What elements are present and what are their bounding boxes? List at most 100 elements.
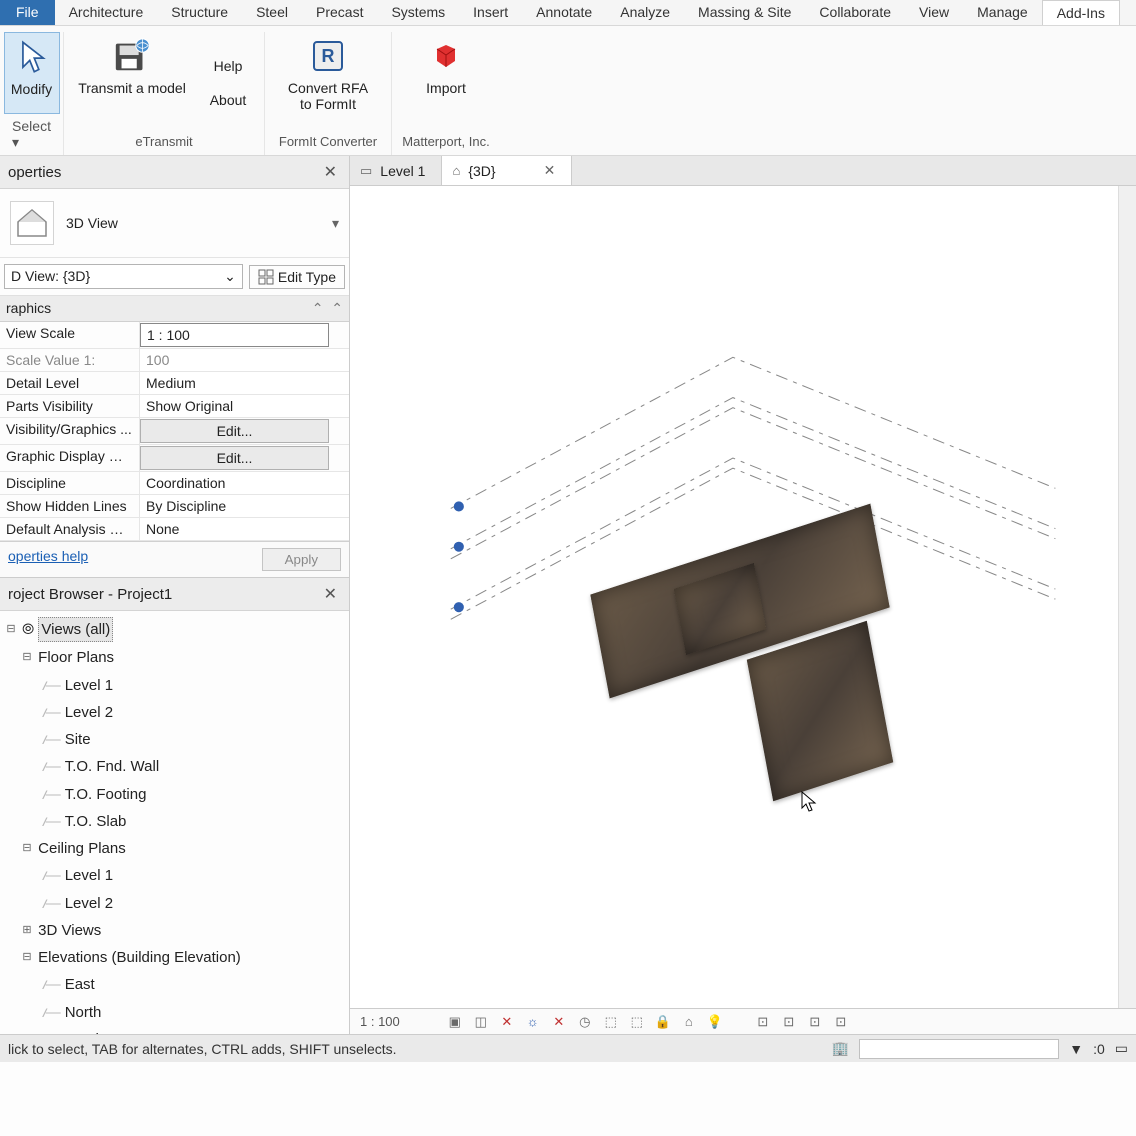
crop-region-icon[interactable]: ⬚ <box>628 1013 646 1031</box>
tree-leaf[interactable]: ⳇ—T.O. Fnd. Wall <box>4 753 349 780</box>
browser-close-button[interactable]: ✕ <box>320 584 341 604</box>
tree-leaf[interactable]: ⳇ—Site <box>4 726 349 753</box>
type-dropdown-icon[interactable]: ▾ <box>332 215 339 232</box>
menu-bar: File Architecture Structure Steel Precas… <box>0 0 1136 26</box>
tab-level1[interactable]: ▭ Level 1 <box>350 156 442 185</box>
menu-manage[interactable]: Manage <box>963 0 1042 25</box>
canvas-3d[interactable] <box>350 186 1136 1008</box>
property-row[interactable]: DisciplineCoordination <box>0 472 349 495</box>
menu-analyze[interactable]: Analyze <box>606 0 684 25</box>
status-search-box[interactable] <box>859 1039 1059 1059</box>
menu-insert[interactable]: Insert <box>459 0 522 25</box>
instance-combo[interactable]: D View: {3D}⌄ <box>4 264 243 289</box>
tree-branch-icon: ⳇ— <box>42 810 59 833</box>
modify-button[interactable]: Modify <box>4 32 60 114</box>
edit-type-button[interactable]: Edit Type <box>249 265 345 289</box>
properties-close-button[interactable]: ✕ <box>320 162 341 182</box>
browser-header: roject Browser - Project1 ✕ <box>0 578 349 611</box>
tree-floor-plans[interactable]: ⊟ Floor Plans <box>4 644 349 671</box>
property-row[interactable]: Show Hidden LinesBy Discipline <box>0 495 349 518</box>
tab-close-icon[interactable]: ✕ <box>544 162 556 179</box>
select-links-icon[interactable]: ▭ <box>1115 1040 1128 1057</box>
property-value[interactable]: 100 <box>140 349 349 371</box>
vertical-scrollbar[interactable] <box>1118 186 1136 1008</box>
property-key: Discipline <box>0 472 140 494</box>
properties-help-link[interactable]: operties help <box>8 548 88 571</box>
property-value[interactable]: By Discipline <box>140 495 349 517</box>
building-model[interactable] <box>560 526 980 826</box>
temporary-hide-icon[interactable]: 💡 <box>706 1013 724 1031</box>
property-key: Graphic Display Op... <box>0 445 140 471</box>
visual-style-icon[interactable]: ▣ <box>446 1013 464 1031</box>
menu-massing-site[interactable]: Massing & Site <box>684 0 805 25</box>
tree-elevations[interactable]: ⊟ Elevations (Building Elevation) <box>4 944 349 971</box>
sun-icon[interactable]: ☼ <box>524 1013 542 1031</box>
property-row[interactable]: View Scale1 : 100 <box>0 322 349 349</box>
tree-leaf[interactable]: ⳇ—T.O. Slab <box>4 808 349 835</box>
filter-icon[interactable]: ▼ <box>1069 1041 1083 1057</box>
property-value[interactable]: Medium <box>140 372 349 394</box>
rendering-icon[interactable]: ◷ <box>576 1013 594 1031</box>
tree-branch-icon: ⳇ— <box>42 1028 59 1034</box>
convert-rfa-button[interactable]: R Convert RFA to FormIt <box>273 32 383 130</box>
menu-annotate[interactable]: Annotate <box>522 0 606 25</box>
unlock-icon[interactable]: ⌂ <box>680 1013 698 1031</box>
tree-3d-views[interactable]: ⊞ 3D Views <box>4 917 349 944</box>
transmit-model-button[interactable]: Transmit a model <box>72 32 192 130</box>
menu-architecture[interactable]: Architecture <box>55 0 158 25</box>
tree-leaf[interactable]: ⳇ—East <box>4 971 349 998</box>
ribbon-group-etransmit: Transmit a model Help About eTransmit <box>64 32 265 155</box>
property-value[interactable]: Coordination <box>140 472 349 494</box>
tree-ceiling-plans[interactable]: ⊟ Ceiling Plans <box>4 835 349 862</box>
menu-precast[interactable]: Precast <box>302 0 377 25</box>
tree-branch-icon: ⳇ— <box>42 701 59 724</box>
reveal-constraints-icon[interactable]: ⊡ <box>806 1013 824 1031</box>
worksets-icon[interactable]: 🏢 <box>832 1040 849 1057</box>
property-row[interactable]: Visibility/Graphics ...Edit... <box>0 418 349 445</box>
menu-collaborate[interactable]: Collaborate <box>805 0 905 25</box>
tree-leaf[interactable]: ⳇ—Level 1 <box>4 672 349 699</box>
section-box-icon[interactable]: ⊡ <box>832 1013 850 1031</box>
select-dropdown[interactable]: Select ▾ <box>4 114 59 155</box>
tree-leaf[interactable]: ⳇ—South <box>4 1026 349 1034</box>
property-edit-button[interactable]: Edit... <box>140 446 329 470</box>
properties-title: operties <box>8 164 61 181</box>
menu-add-ins[interactable]: Add-Ins <box>1042 0 1120 25</box>
sun-path-off-icon[interactable]: ✕ <box>498 1013 516 1031</box>
property-value[interactable]: None <box>140 518 349 540</box>
property-edit-button[interactable]: Edit... <box>140 419 329 443</box>
view-control-bar: 1 : 100 ▣ ◫ ✕ ☼ ✕ ◷ ⬚ ⬚ 🔒 ⌂ 💡 ⊡ ⊡ ⊡ ⊡ <box>350 1008 1136 1034</box>
help-button[interactable]: Help About <box>200 32 256 130</box>
tree-leaf[interactable]: ⳇ—North <box>4 999 349 1026</box>
highlight-icon[interactable]: ⊡ <box>780 1013 798 1031</box>
tree-leaf[interactable]: ⳇ—Level 2 <box>4 699 349 726</box>
import-button[interactable]: Import <box>400 32 492 130</box>
menu-structure[interactable]: Structure <box>157 0 242 25</box>
property-row[interactable]: Scale Value 1:100 <box>0 349 349 372</box>
about-label[interactable]: About <box>210 92 247 108</box>
model-graphics-icon[interactable]: ◫ <box>472 1013 490 1031</box>
property-value[interactable]: 1 : 100 <box>140 323 329 347</box>
tab-3d[interactable]: ⌂ {3D} ✕ <box>442 156 572 185</box>
graphics-section-header[interactable]: raphics ⌃ ⌃ <box>0 296 349 322</box>
tree-views-all[interactable]: ⊟ ⦾ Views (all) <box>4 615 349 644</box>
menu-file[interactable]: File <box>0 0 55 25</box>
tree-leaf[interactable]: ⳇ—T.O. Footing <box>4 781 349 808</box>
view-scale-button[interactable]: 1 : 100 <box>360 1014 400 1029</box>
property-row[interactable]: Default Analysis Di...None <box>0 518 349 541</box>
lock-3d-icon[interactable]: 🔒 <box>654 1013 672 1031</box>
property-row[interactable]: Parts VisibilityShow Original <box>0 395 349 418</box>
menu-steel[interactable]: Steel <box>242 0 302 25</box>
property-value[interactable]: Show Original <box>140 395 349 417</box>
apply-button[interactable]: Apply <box>262 548 341 571</box>
crop-view-icon[interactable]: ⬚ <box>602 1013 620 1031</box>
menu-systems[interactable]: Systems <box>377 0 459 25</box>
type-selector[interactable]: 3D View ▾ <box>0 189 349 258</box>
property-row[interactable]: Detail LevelMedium <box>0 372 349 395</box>
menu-view[interactable]: View <box>905 0 963 25</box>
show-analytical-icon[interactable]: ⊡ <box>754 1013 772 1031</box>
tree-leaf[interactable]: ⳇ—Level 1 <box>4 862 349 889</box>
shadows-off-icon[interactable]: ✕ <box>550 1013 568 1031</box>
tree-leaf[interactable]: ⳇ—Level 2 <box>4 890 349 917</box>
property-row[interactable]: Graphic Display Op...Edit... <box>0 445 349 472</box>
